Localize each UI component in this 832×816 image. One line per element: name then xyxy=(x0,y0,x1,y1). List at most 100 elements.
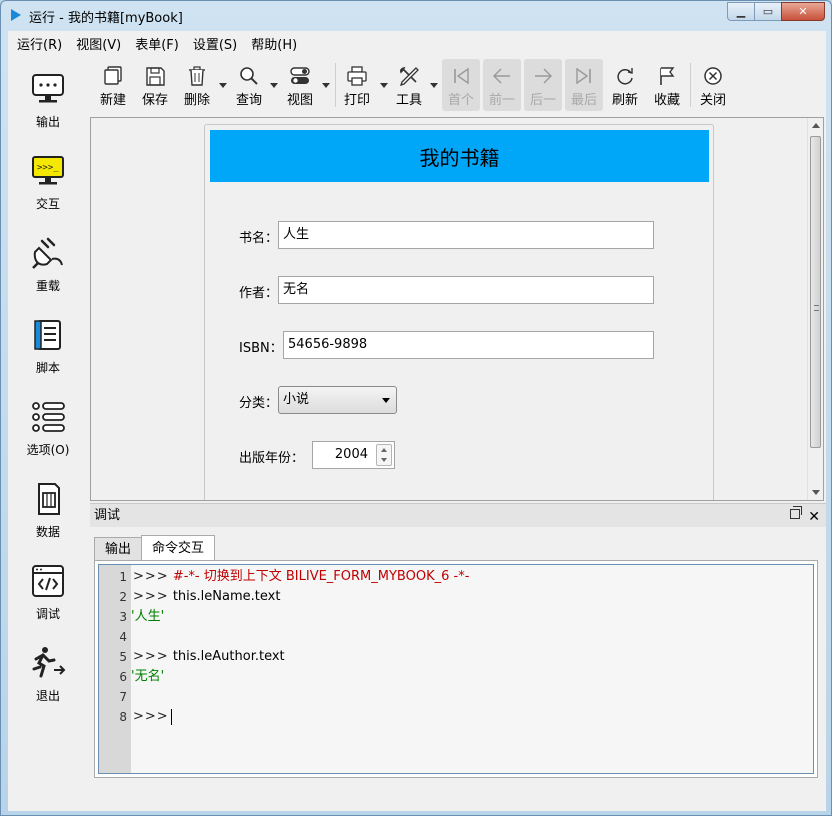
window-title: 运行 - 我的书籍[myBook] xyxy=(29,11,183,26)
maximize-icon: ▭ xyxy=(762,5,774,18)
sidebar-item-label: 输出 xyxy=(35,115,60,129)
sidebar-item-interact[interactable]: >>>_ 交互 xyxy=(8,153,88,233)
svg-text:>>>_: >>>_ xyxy=(37,163,59,173)
chip-icon xyxy=(38,483,60,515)
flag-icon xyxy=(660,67,675,85)
refresh-icon xyxy=(617,68,633,85)
scroll-thumb[interactable] xyxy=(810,136,821,448)
app-window: 运行 - 我的书籍[myBook] ▁ ▭ ✕ 运行(R) 视图(V) 表单(F… xyxy=(0,0,832,816)
plug-icon xyxy=(32,237,63,269)
year-spinbox[interactable]: 2004 xyxy=(312,441,395,469)
sidebar-item-output[interactable]: 输出 xyxy=(8,71,88,151)
toolbar: 新建 保存 删除 查询 视图 打印 工具 首个 前一 后一 最后 刷新 收藏 关… xyxy=(90,59,824,111)
sidebar-item-options[interactable]: 选项(O) xyxy=(8,399,88,479)
favorite-button[interactable]: 收藏 xyxy=(650,59,684,111)
close-circle-icon xyxy=(704,67,722,85)
print-dropdown-arrow[interactable] xyxy=(380,83,388,88)
view-button[interactable]: 视图 xyxy=(283,59,317,111)
search-icon xyxy=(240,67,258,85)
maximize-button[interactable]: ▭ xyxy=(754,2,782,21)
isbn-input[interactable]: 54656-9898 xyxy=(283,331,654,359)
arrow-right-icon xyxy=(535,68,552,84)
skip-first-icon xyxy=(454,67,469,85)
save-button[interactable]: 保存 xyxy=(138,59,172,111)
next-record-button[interactable]: 后一 xyxy=(524,59,562,111)
code-window-icon xyxy=(32,565,64,597)
close-form-button[interactable]: 关闭 xyxy=(696,59,730,111)
isbn-label: ISBN： xyxy=(239,341,283,356)
text-cursor xyxy=(170,708,172,725)
scroll-up-icon[interactable] xyxy=(812,123,820,128)
float-window-icon[interactable] xyxy=(790,506,802,519)
year-label: 出版年份： xyxy=(239,451,305,466)
sidebar-item-label: 脚本 xyxy=(35,361,60,375)
first-record-button[interactable]: 首个 xyxy=(442,59,480,111)
new-button[interactable]: 新建 xyxy=(96,59,130,111)
client-area: 运行(R) 视图(V) 表单(F) 设置(S) 帮助(H) 输出 >>>_ 交互… xyxy=(8,31,826,811)
sidebar-item-label: 调试 xyxy=(35,607,60,621)
name-input[interactable]: 人生 xyxy=(278,221,654,249)
toolbar-separator xyxy=(335,63,336,107)
year-spin-buttons[interactable] xyxy=(376,444,392,466)
name-label: 书名： xyxy=(239,231,279,246)
form-scrollbar[interactable] xyxy=(807,118,823,500)
menu-help[interactable]: 帮助(H) xyxy=(244,34,304,53)
sidebar-item-label: 选项(O) xyxy=(26,443,70,457)
print-button[interactable]: 打印 xyxy=(340,59,374,111)
monitor-icon xyxy=(32,74,64,103)
tools-dropdown-arrow[interactable] xyxy=(430,83,438,88)
minimize-button[interactable]: ▁ xyxy=(727,2,755,21)
tools-wrench-icon xyxy=(399,66,419,87)
tab-command-interact[interactable]: 命令交互 xyxy=(141,535,216,561)
new-document-icon xyxy=(104,66,122,85)
tab-output[interactable]: 输出 xyxy=(94,537,143,561)
sidebar-item-exit[interactable]: 退出 xyxy=(8,645,88,725)
refresh-button[interactable]: 刷新 xyxy=(608,59,642,111)
query-button[interactable]: 查询 xyxy=(232,59,266,111)
debug-dock-title: 调试 ✕ xyxy=(90,503,826,527)
delete-button[interactable]: 删除 xyxy=(180,59,214,111)
sidebar-item-label: 退出 xyxy=(35,689,60,703)
grip-icon xyxy=(814,305,819,311)
sidebar-item-debug[interactable]: 调试 xyxy=(8,563,88,643)
skip-last-icon xyxy=(576,67,591,85)
title-bar[interactable]: 运行 - 我的书籍[myBook] ▁ ▭ ✕ xyxy=(1,1,831,31)
close-icon[interactable]: ✕ xyxy=(808,505,820,529)
form-viewport: 我的书籍 书名： 人生 作者： 无名 ISBN： 54656-9898 分类： … xyxy=(90,117,824,501)
category-select[interactable]: 小说 xyxy=(278,386,397,414)
sidebar: 输出 >>>_ 交互 重载 脚本 选项(O) 数据 调试 退出 xyxy=(8,59,88,739)
sidebar-item-label: 数据 xyxy=(35,525,60,539)
scroll-down-icon[interactable] xyxy=(812,490,820,495)
save-disk-icon xyxy=(146,67,165,86)
close-icon: ✕ xyxy=(798,5,808,18)
sidebar-item-label: 交互 xyxy=(35,197,60,211)
category-label: 分类： xyxy=(239,396,279,411)
last-record-button[interactable]: 最后 xyxy=(565,59,603,111)
close-window-button[interactable]: ✕ xyxy=(781,2,825,21)
menu-view[interactable]: 视图(V) xyxy=(69,34,128,53)
query-dropdown-arrow[interactable] xyxy=(270,83,278,88)
menu-settings[interactable]: 设置(S) xyxy=(186,34,244,53)
chevron-down-icon xyxy=(382,398,390,403)
author-input[interactable]: 无名 xyxy=(278,276,654,304)
sidebar-item-data[interactable]: 数据 xyxy=(8,481,88,561)
menu-run[interactable]: 运行(R) xyxy=(10,34,69,53)
tools-button[interactable]: 工具 xyxy=(392,59,426,111)
command-console[interactable]: 1 >>> #-*- 切换到上下文 BILIVE_FORM_MYBOOK_6 -… xyxy=(98,564,814,774)
category-selected-value: 小说 xyxy=(283,392,310,407)
printer-icon xyxy=(347,66,367,86)
toolbar-separator xyxy=(690,63,691,107)
app-run-icon xyxy=(11,9,21,21)
delete-dropdown-arrow[interactable] xyxy=(219,83,227,88)
sidebar-item-reload[interactable]: 重载 xyxy=(8,235,88,315)
spin-up-icon[interactable] xyxy=(381,448,387,452)
console-panel: 1 >>> #-*- 切换到上下文 BILIVE_FORM_MYBOOK_6 -… xyxy=(94,560,818,778)
menu-form[interactable]: 表单(F) xyxy=(128,34,186,53)
spin-down-icon[interactable] xyxy=(381,458,387,462)
debug-dock: 调试 ✕ 输出 命令交互 1 >>> #-*- 切换到上下文 BILIVE_FO… xyxy=(90,503,826,781)
book-icon xyxy=(34,320,61,350)
sidebar-item-script[interactable]: 脚本 xyxy=(8,317,88,397)
view-dropdown-arrow[interactable] xyxy=(322,83,330,88)
list-icon xyxy=(32,402,65,432)
prev-record-button[interactable]: 前一 xyxy=(483,59,521,111)
